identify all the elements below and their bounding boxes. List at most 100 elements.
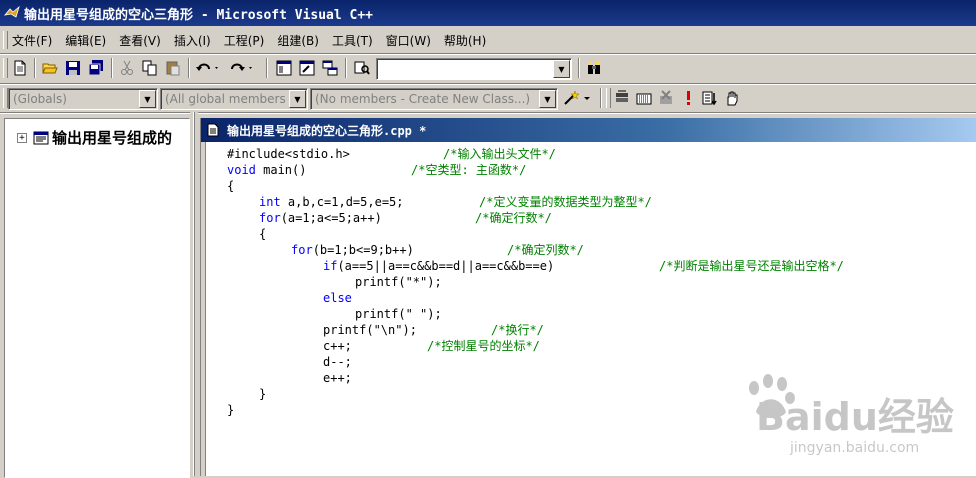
members-combo-value: (No members - Create New Class...) — [315, 92, 531, 106]
stop-build-icon[interactable] — [656, 88, 676, 108]
code-keyword: int — [259, 195, 281, 209]
copy-icon[interactable] — [140, 58, 160, 78]
chevron-down-icon[interactable]: ▼ — [289, 90, 306, 108]
code-text: { — [259, 227, 267, 241]
standard-toolbar-grip[interactable] — [3, 58, 8, 78]
code-keyword: for — [291, 243, 313, 257]
code-text: d--; — [323, 355, 352, 369]
open-folder-icon[interactable] — [40, 58, 60, 78]
visual-cpp-app-icon[interactable] — [4, 5, 20, 21]
toolbar-divider — [111, 58, 113, 78]
watermark-url: jingyan.baidu.com — [790, 440, 920, 456]
code-line[interactable]: } — [259, 386, 266, 402]
code-comment: /*空类型: 主函数*/ — [411, 163, 527, 177]
code-text: } — [259, 387, 267, 401]
menu-build[interactable]: 组建(B) — [277, 32, 319, 49]
standard-toolbar: ▼ — [0, 55, 976, 81]
document-icon — [207, 123, 219, 137]
code-text: (b=1;b<=9;b++) — [312, 243, 414, 257]
code-text: printf(" "); — [355, 307, 442, 321]
code-text: e++; — [323, 371, 352, 385]
menu-insert[interactable]: 插入(I) — [174, 32, 211, 49]
toolbar-separator — [0, 112, 976, 114]
go-debug-icon[interactable] — [700, 88, 720, 108]
code-line[interactable]: c++; — [323, 338, 352, 354]
code-comment: /*控制星号的坐标*/ — [427, 339, 540, 353]
code-line[interactable]: if(a==5||a==c&&b==d||a==c&&b==e) — [323, 258, 554, 274]
editor-title-bar[interactable]: 输出用星号组成的空心三角形.cpp * — [201, 118, 976, 142]
code-comment: /*定义变量的数据类型为整型*/ — [479, 195, 652, 209]
code-keyword: void — [227, 163, 256, 177]
code-line[interactable]: int a,b,c=1,d=5,e=5; — [259, 194, 404, 210]
code-text: main() — [255, 163, 307, 177]
code-line[interactable]: printf("*"); — [355, 274, 442, 290]
code-line[interactable]: else — [323, 290, 352, 306]
code-keyword: if — [323, 259, 338, 273]
wizard-actions-icon[interactable] — [562, 88, 592, 108]
code-line[interactable]: void main() — [227, 162, 306, 178]
chevron-down-icon[interactable]: ▼ — [553, 60, 570, 78]
splitter-line — [193, 112, 195, 476]
breakpoint-hand-icon[interactable] — [722, 88, 742, 108]
save-all-icon[interactable] — [86, 58, 106, 78]
code-line[interactable]: for(b=1;b<=9;b++) — [291, 242, 414, 258]
code-text: { — [227, 179, 235, 193]
workspace-pane[interactable]: + 输出用星号组成的 — [4, 118, 190, 478]
filter-combo-value: (All global members — [165, 92, 286, 106]
find-in-files-icon[interactable] — [352, 58, 372, 78]
code-text: (a=1;a<=5;a++) — [280, 211, 382, 225]
chevron-down-icon[interactable]: ▼ — [139, 90, 156, 108]
menu-view[interactable]: 查看(V) — [119, 32, 161, 49]
code-line[interactable]: e++; — [323, 370, 352, 386]
filter-combo[interactable]: (All global members ▼ — [160, 88, 308, 110]
code-line[interactable]: { — [259, 226, 266, 242]
menu-bar: 文件(F) 编辑(E) 查看(V) 插入(I) 工程(P) 组建(B) 工具(T… — [0, 28, 976, 52]
class-combo[interactable]: (Globals) ▼ — [8, 88, 158, 110]
code-line[interactable]: printf("\n"); — [323, 322, 417, 338]
editor-file-title: 输出用星号组成的空心三角形.cpp * — [227, 124, 427, 138]
menu-window[interactable]: 窗口(W) — [386, 32, 431, 49]
menu-bar-grip[interactable] — [3, 31, 8, 49]
save-icon[interactable] — [63, 58, 83, 78]
tree-item-project[interactable]: + 输出用星号组成的 — [17, 127, 172, 148]
build-icon[interactable] — [634, 88, 654, 108]
code-line[interactable]: for(a=1;a<=5;a++) — [259, 210, 382, 226]
new-file-icon[interactable] — [10, 58, 30, 78]
code-keyword: else — [323, 291, 352, 305]
redo-icon[interactable] — [228, 58, 256, 78]
code-keyword: for — [259, 211, 281, 225]
code-line[interactable]: printf(" "); — [355, 306, 442, 322]
code-text: (a==5||a==c&&b==d||a==c&&b==e) — [337, 259, 555, 273]
editor-gutter — [201, 142, 206, 476]
title-bar: 输出用星号组成的空心三角形 - Microsoft Visual C++ — [0, 0, 976, 26]
toolbar-divider — [600, 88, 602, 108]
code-line[interactable]: d--; — [323, 354, 352, 370]
code-line[interactable]: #include<stdio.h> — [227, 146, 350, 162]
execute-icon[interactable] — [678, 88, 698, 108]
find-combo[interactable]: ▼ — [376, 58, 572, 80]
compile-icon[interactable] — [612, 88, 632, 108]
expand-plus-icon[interactable]: + — [17, 132, 27, 143]
workspace-window-icon[interactable] — [274, 58, 294, 78]
code-line[interactable]: { — [227, 178, 234, 194]
find-binoculars-icon[interactable] — [584, 58, 604, 78]
menu-tools[interactable]: 工具(T) — [332, 32, 373, 49]
menu-help[interactable]: 帮助(H) — [444, 32, 486, 49]
members-combo[interactable]: (No members - Create New Class...) ▼ — [310, 88, 558, 110]
menu-edit[interactable]: 编辑(E) — [65, 32, 106, 49]
code-text: a,b,c=1,d=5,e=5; — [280, 195, 404, 209]
menu-project[interactable]: 工程(P) — [224, 32, 265, 49]
code-line[interactable]: } — [227, 402, 234, 418]
toolbar-divider — [345, 58, 347, 78]
undo-icon[interactable] — [194, 58, 222, 78]
chevron-down-icon[interactable]: ▼ — [539, 90, 556, 108]
pane-splitter[interactable] — [190, 112, 198, 476]
output-window-icon[interactable] — [297, 58, 317, 78]
window-list-icon[interactable] — [320, 58, 340, 78]
build-toolbar-grip[interactable] — [606, 88, 611, 108]
menu-file[interactable]: 文件(F) — [12, 32, 52, 49]
cut-icon[interactable] — [117, 58, 137, 78]
paste-icon[interactable] — [163, 58, 183, 78]
code-text: printf("\n"); — [323, 323, 417, 337]
tree-item-label: 输出用星号组成的 — [52, 129, 173, 147]
